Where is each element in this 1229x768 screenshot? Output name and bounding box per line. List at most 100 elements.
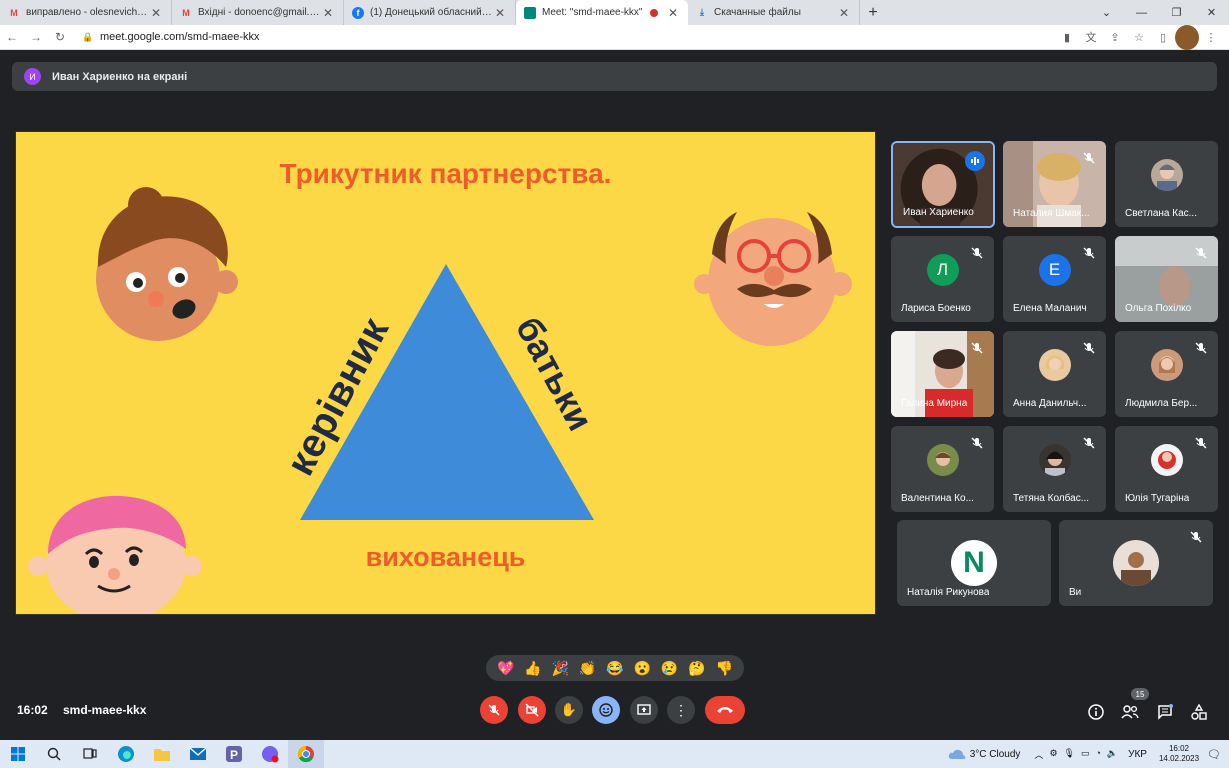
back-icon[interactable]: ← xyxy=(0,25,24,50)
close-icon[interactable]: ✕ xyxy=(666,6,680,20)
windows-start-icon[interactable] xyxy=(0,740,36,768)
participant-tile[interactable]: Е Елена Маланич xyxy=(1003,236,1106,322)
participant-tile[interactable]: Галина Мирна xyxy=(891,331,994,417)
participant-avatar xyxy=(1150,349,1183,382)
language-indicator[interactable]: УКР xyxy=(1128,749,1147,760)
notifications-icon[interactable]: 🗨 xyxy=(1207,748,1221,761)
raise-hand-button[interactable]: ✋ xyxy=(555,696,583,724)
chat-button[interactable] xyxy=(1154,701,1176,723)
close-icon[interactable]: ✕ xyxy=(837,6,851,20)
new-tab-button[interactable]: + xyxy=(860,0,886,25)
participant-tile[interactable]: Ольга Похілко xyxy=(1115,236,1218,322)
reaction-thumbs-down[interactable]: 👎 xyxy=(716,660,733,677)
reaction-surprised[interactable]: 😮 xyxy=(634,660,651,677)
leave-call-button[interactable] xyxy=(705,696,745,724)
mic-toggle-button[interactable] xyxy=(480,696,508,724)
close-window-icon[interactable]: ✕ xyxy=(1194,0,1229,25)
present-screen-button[interactable] xyxy=(630,696,658,724)
shared-screen-slide: Трикутник партнерства. керівник батьки в… xyxy=(15,131,876,615)
cartoon-face-icon xyxy=(96,187,238,341)
chrome-icon[interactable] xyxy=(288,740,324,768)
more-options-button[interactable]: ⋮ xyxy=(667,696,695,724)
participant-name: Наталія Рикунова xyxy=(907,587,990,598)
participant-tile[interactable]: Наталия Шмак... xyxy=(1003,141,1106,227)
reaction-laugh[interactable]: 😂 xyxy=(606,660,623,677)
app-p-icon[interactable]: P xyxy=(216,740,252,768)
reaction-clap[interactable]: 👏 xyxy=(579,660,596,677)
participant-name: Ви xyxy=(1069,587,1082,598)
chat-icon xyxy=(1158,704,1173,720)
share-icon[interactable]: ⇪ xyxy=(1103,25,1127,50)
participant-tile[interactable]: Л Лариса Боенко xyxy=(891,236,994,322)
presenter-text: Иван Хариенко на екрані xyxy=(52,70,188,83)
reactions-button[interactable] xyxy=(592,696,620,724)
task-view-icon[interactable] xyxy=(72,740,108,768)
menu-kebab-icon[interactable]: ⋮ xyxy=(1199,25,1223,50)
mail-icon[interactable] xyxy=(180,740,216,768)
people-icon xyxy=(1121,705,1139,719)
weather-widget[interactable]: 3°C Cloudy xyxy=(948,748,1020,760)
tab-label: Вхідні - donoenc@gmail.com - Gmail xyxy=(198,7,321,18)
browser-tab[interactable]: ⤓ Скачанные файлы ✕ xyxy=(688,0,860,25)
reaction-heart[interactable]: 💖 xyxy=(497,660,514,677)
tab-label: (1) Донецький обласний еколого xyxy=(370,7,493,18)
participant-name: Лариса Боенко xyxy=(901,303,971,314)
close-icon[interactable]: ✕ xyxy=(321,6,335,20)
reaction-thinking[interactable]: 🤔 xyxy=(688,660,705,677)
browser-tab[interactable]: M Вхідні - donoenc@gmail.com - Gmail ✕ xyxy=(172,0,344,25)
viber-icon[interactable] xyxy=(252,740,288,768)
minimize-icon[interactable]: — xyxy=(1124,0,1159,25)
volume-icon[interactable]: 🔈 xyxy=(1107,748,1118,761)
restore-icon[interactable]: ❐ xyxy=(1159,0,1194,25)
sidebar-icon[interactable]: ▯ xyxy=(1151,25,1175,50)
participant-tile[interactable]: N Наталія Рикунова xyxy=(897,520,1051,606)
participant-count-badge: 15 xyxy=(1131,688,1149,700)
battery-icon[interactable]: ▭ xyxy=(1081,748,1090,761)
cartoon-face-icon xyxy=(28,495,201,614)
participant-tile[interactable]: Анна Данильч... xyxy=(1003,331,1106,417)
edge-icon[interactable] xyxy=(108,740,144,768)
close-icon[interactable]: ✕ xyxy=(493,6,507,20)
participant-tile[interactable]: Юлія Тугаріна xyxy=(1115,426,1218,512)
participant-tile[interactable]: Иван Хариенко xyxy=(891,141,995,228)
profile-avatar[interactable] xyxy=(1175,24,1199,50)
mic-off-icon xyxy=(488,704,500,716)
participant-tile-self[interactable]: Ви xyxy=(1059,520,1213,606)
recording-icon xyxy=(650,8,658,17)
browser-tab[interactable]: f (1) Донецький обласний еколого ✕ xyxy=(344,0,516,25)
camera-icon[interactable]: ▮ xyxy=(1055,25,1079,50)
translate-icon[interactable]: 文 xyxy=(1079,25,1103,50)
reload-icon[interactable]: ↻ xyxy=(48,25,72,50)
reaction-sad[interactable]: 😢 xyxy=(661,660,678,677)
search-icon[interactable] xyxy=(36,740,72,768)
chevron-up-icon[interactable]: ︿ xyxy=(1034,748,1043,761)
url-field[interactable]: 🔒 meet.google.com/smd-maee-kkx xyxy=(82,27,1055,47)
reaction-thumbs-up[interactable]: 👍 xyxy=(524,660,541,677)
mic-icon[interactable]: 🎙 xyxy=(1064,748,1075,761)
browser-tab[interactable]: M виправлено - olesnevich88a@gmail.com -… xyxy=(0,0,172,25)
reactions-bar: 💖 👍 🎉 👏 😂 😮 😢 🤔 👎 xyxy=(486,655,744,681)
bookmark-star-icon[interactable]: ☆ xyxy=(1127,25,1151,50)
tab-search-icon[interactable]: ⌄ xyxy=(1089,0,1124,25)
file-explorer-icon[interactable] xyxy=(144,740,180,768)
participant-tile[interactable]: Людмила Бер... xyxy=(1115,331,1218,417)
mic-off-icon xyxy=(1190,531,1202,543)
camera-toggle-button[interactable] xyxy=(518,696,546,724)
mic-off-icon xyxy=(1083,247,1095,259)
reaction-party[interactable]: 🎉 xyxy=(552,660,569,677)
participant-tile[interactable]: Светлана Кас... xyxy=(1115,141,1218,227)
mic-off-icon xyxy=(1195,247,1207,259)
taskbar-clock[interactable]: 16:02 14.02.2023 xyxy=(1159,744,1199,764)
participant-tile[interactable]: Валентина Ко... xyxy=(891,426,994,512)
participant-tile[interactable]: Тетяна Колбас... xyxy=(1003,426,1106,512)
close-icon[interactable]: ✕ xyxy=(149,6,163,20)
settings-icon[interactable]: ⚙ xyxy=(1049,748,1057,761)
network-icon[interactable]: ◔ xyxy=(1095,748,1100,761)
meeting-info-button[interactable] xyxy=(1085,701,1107,723)
emoji-icon xyxy=(599,703,613,717)
people-button[interactable] xyxy=(1119,701,1141,723)
browser-tab-active[interactable]: Meet: "smd-maee-kkx" ✕ xyxy=(516,0,688,25)
activities-button[interactable] xyxy=(1188,701,1210,723)
forward-icon[interactable]: → xyxy=(24,25,48,50)
mic-off-icon xyxy=(1195,342,1207,354)
